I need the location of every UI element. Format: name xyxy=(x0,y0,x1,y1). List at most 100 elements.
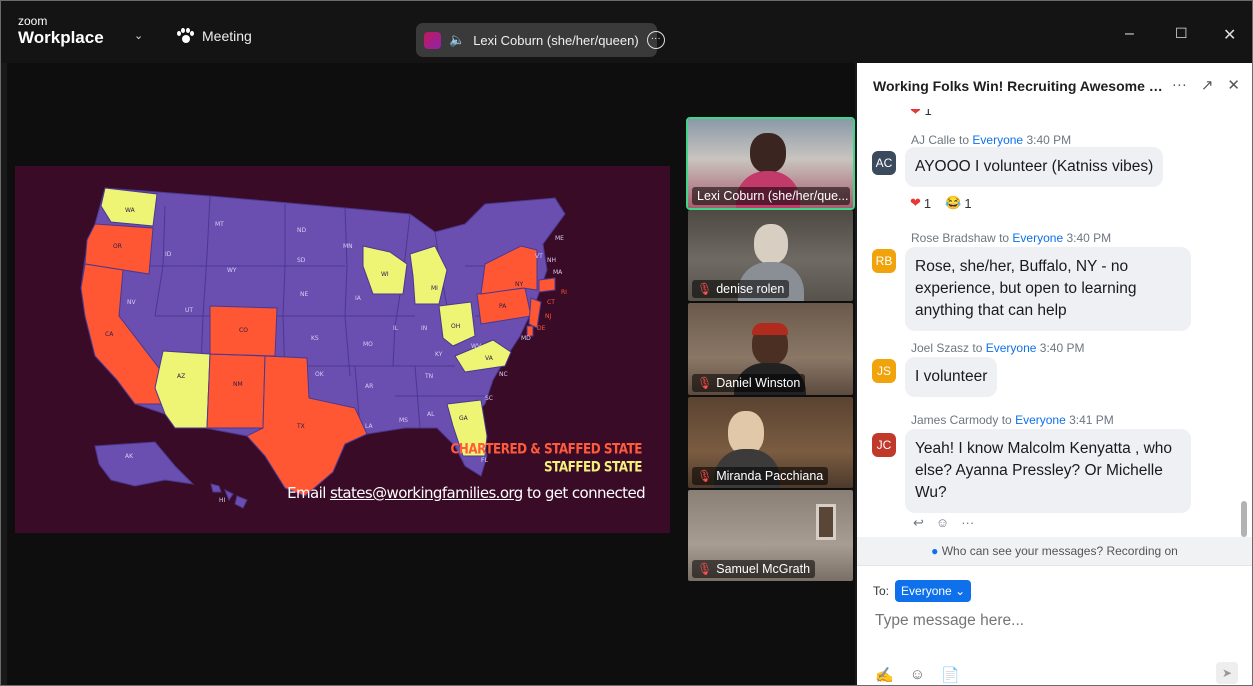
state-label: DE xyxy=(537,325,546,332)
reaction-count: 1 xyxy=(924,109,932,118)
participant-name-text: denise rolen xyxy=(716,282,785,296)
recipient-name[interactable]: Everyone xyxy=(986,341,1037,355)
state-label: MT xyxy=(215,221,224,228)
video-tile-samuel[interactable]: 🎙 Samuel McGrath xyxy=(688,490,853,581)
participant-name-text: Daniel Winston xyxy=(716,376,801,390)
state-label: TN xyxy=(424,373,433,380)
maximize-button[interactable]: ☐ xyxy=(1175,25,1188,42)
speaker-audio-icon: 🔈 xyxy=(449,32,466,47)
participant-name-text: Miranda Pacchiana xyxy=(716,469,824,483)
chat-panel: Working Folks Win! Recruiting Awesome C.… xyxy=(857,63,1252,685)
mic-muted-icon: 🎙 xyxy=(697,376,713,390)
participant-name: 🎙 Daniel Winston xyxy=(692,374,806,392)
state-label: OK xyxy=(315,371,325,378)
zoom-logo[interactable]: zoom Workplace xyxy=(18,15,104,46)
title-bar: zoom Workplace ⌄ Meeting 🔈 Lexi Coburn (… xyxy=(1,1,1252,63)
format-icon[interactable]: ✍ xyxy=(875,666,894,684)
chat-compose: To: Everyone ⌄ ✍ ☺ 📄 ➤ xyxy=(857,565,1252,685)
video-tile-miranda[interactable]: 🎙 Miranda Pacchiana xyxy=(688,397,853,488)
state-label: ND xyxy=(297,227,306,234)
meeting-button[interactable]: Meeting xyxy=(176,28,252,44)
popout-icon[interactable]: ↗ xyxy=(1201,76,1214,94)
to-word: to xyxy=(1001,413,1012,427)
reaction-heart[interactable]: ❤ 1 xyxy=(910,195,931,211)
privacy-notice-text: Who can see your messages? Recording on xyxy=(941,544,1178,558)
state-label: CT xyxy=(547,299,555,306)
state-label: MI xyxy=(431,285,438,292)
state-label: AL xyxy=(427,411,435,418)
email-prefix: Email xyxy=(287,484,330,502)
recipient-name[interactable]: Everyone xyxy=(1012,231,1063,245)
message-input[interactable] xyxy=(875,612,1235,630)
reaction-count: 1 xyxy=(923,195,932,211)
emoji-icon[interactable]: ☺ xyxy=(910,666,925,684)
person-icon: ● xyxy=(931,544,939,558)
more-options-icon[interactable]: ··· xyxy=(646,31,665,49)
message-meta: AJ Calle to Everyone 3:40 PM xyxy=(911,133,1071,147)
message-bubble: Yeah! I know Malcolm Kenyatta , who else… xyxy=(905,429,1191,513)
file-icon[interactable]: 📄 xyxy=(941,666,960,684)
recipient-name[interactable]: Everyone xyxy=(1015,413,1066,427)
state-label: NM xyxy=(233,381,243,388)
reaction-partial[interactable]: ❤ 1 xyxy=(910,109,932,119)
video-tile-denise[interactable]: 🎙 denise rolen xyxy=(688,210,853,301)
recipient-dropdown[interactable]: Everyone ⌄ xyxy=(895,580,972,602)
close-button[interactable]: ✕ xyxy=(1223,25,1236,45)
close-icon[interactable]: ✕ xyxy=(1227,76,1240,94)
chevron-down-icon[interactable]: ⌄ xyxy=(134,29,143,42)
message-time: 3:40 PM xyxy=(1026,133,1072,147)
chat-scrollbar[interactable] xyxy=(1241,501,1247,537)
state-label: TX xyxy=(296,423,305,430)
participant-name-text: Lexi Coburn (she/her/que... xyxy=(697,189,849,203)
avatar[interactable]: JC xyxy=(872,433,896,457)
minimize-button[interactable]: – xyxy=(1125,25,1134,43)
state-label: MD xyxy=(521,335,531,342)
state-label: ID xyxy=(165,251,172,258)
shared-screen-slide: WA OR ID MT ND SD WY NE NV UT CO CA AZ N… xyxy=(15,166,670,533)
state-label: SD xyxy=(297,257,306,264)
message-actions: ↩ ☺ ··· xyxy=(913,515,974,531)
sender-name: James Carmody xyxy=(911,413,999,427)
state-label: CA xyxy=(105,331,114,338)
message-meta: Rose Bradshaw to Everyone 3:40 PM xyxy=(911,231,1111,245)
send-button[interactable]: ➤ xyxy=(1216,662,1238,684)
avatar[interactable]: RB xyxy=(872,249,896,273)
state-label: GA xyxy=(459,415,469,422)
state-label: SC xyxy=(485,395,493,402)
speaker-avatar xyxy=(424,31,441,49)
state-label: RI xyxy=(561,289,567,296)
message-time: 3:41 PM xyxy=(1069,413,1114,427)
more-icon[interactable]: ··· xyxy=(961,515,974,531)
state-label: PA xyxy=(499,303,507,310)
sender-name: Joel Szasz xyxy=(911,341,970,355)
meeting-label: Meeting xyxy=(202,28,252,44)
avatar[interactable]: AC xyxy=(872,151,896,175)
state-label: KS xyxy=(311,335,319,342)
chat-title: Working Folks Win! Recruiting Awesome C.… xyxy=(873,78,1163,94)
slide-email-line: Email states@workingfamilies.org to get … xyxy=(287,484,645,502)
state-label: OR xyxy=(113,243,122,250)
paw-icon xyxy=(176,28,194,44)
message-bubble: I volunteer xyxy=(905,357,998,397)
zoom-window: zoom Workplace ⌄ Meeting 🔈 Lexi Coburn (… xyxy=(0,0,1253,686)
state-label: IL xyxy=(393,325,399,332)
privacy-notice[interactable]: ● Who can see your messages? Recording o… xyxy=(857,537,1252,565)
message-bubble: AYOOO I volunteer (Katniss vibes) xyxy=(905,147,1164,187)
more-icon[interactable]: ··· xyxy=(1172,76,1187,94)
add-reaction-icon[interactable]: ☺ xyxy=(936,515,949,531)
mic-muted-icon: 🎙 xyxy=(697,562,713,576)
message-meta: Joel Szasz to Everyone 3:40 PM xyxy=(911,341,1084,355)
reaction-laugh[interactable]: 😂 1 xyxy=(945,195,971,211)
participant-name: Lexi Coburn (she/her/que... xyxy=(692,187,850,205)
active-speaker-pill[interactable]: 🔈 Lexi Coburn (she/her/queen) ··· xyxy=(416,23,665,57)
video-tile-lexi[interactable]: Lexi Coburn (she/her/que... xyxy=(686,117,855,210)
state-label: LA xyxy=(365,423,373,430)
reply-icon[interactable]: ↩ xyxy=(913,515,924,531)
state-label: MN xyxy=(343,243,353,250)
laugh-icon: 😂 xyxy=(945,195,962,210)
active-speaker-name: Lexi Coburn (she/her/queen) xyxy=(473,32,639,48)
chat-header-icons: ··· ↗ ✕ xyxy=(1172,76,1240,94)
video-tile-daniel[interactable]: 🎙 Daniel Winston xyxy=(688,303,853,395)
recipient-name[interactable]: Everyone xyxy=(972,133,1023,147)
avatar[interactable]: JS xyxy=(872,359,896,383)
